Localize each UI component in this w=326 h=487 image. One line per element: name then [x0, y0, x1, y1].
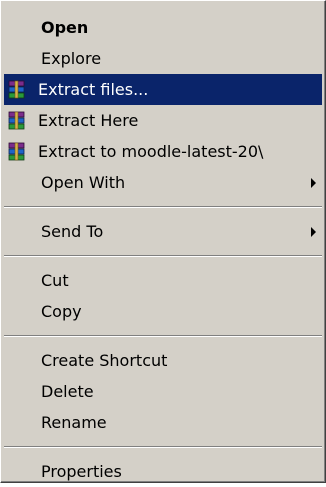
menu-separator	[4, 206, 322, 208]
menu-separator	[4, 255, 322, 257]
menu-item-cut[interactable]: Cut	[4, 265, 322, 296]
winrar-archive-icon	[8, 142, 25, 161]
menu-item-label: Open With	[41, 173, 126, 192]
menu-item-label: Explore	[41, 49, 102, 68]
menu-item-label: Send To	[41, 222, 104, 241]
menu-item-label: Create Shortcut	[41, 351, 168, 370]
menu-item-send-to[interactable]: Send To	[4, 216, 322, 247]
menu-item-label: Extract files...	[38, 80, 149, 99]
menu-item-extract-here[interactable]: Extract Here	[4, 105, 322, 136]
menu-item-explore[interactable]: Explore	[4, 43, 322, 74]
menu-item-label: Cut	[41, 271, 69, 290]
menu-item-open[interactable]: Open	[4, 12, 322, 43]
menu-separator	[4, 446, 322, 448]
menu-separator	[4, 335, 322, 337]
menu-item-open-with[interactable]: Open With	[4, 167, 322, 198]
submenu-arrow-icon	[311, 178, 316, 188]
submenu-arrow-icon	[311, 227, 316, 237]
menu-item-label: Copy	[41, 302, 82, 321]
menu-item-create-shortcut[interactable]: Create Shortcut	[4, 345, 322, 376]
winrar-archive-icon	[8, 80, 25, 99]
menu-item-extract-files[interactable]: Extract files...	[4, 74, 322, 105]
menu-item-label: Open	[41, 18, 89, 37]
menu-item-delete[interactable]: Delete	[4, 376, 322, 407]
menu-item-rename[interactable]: Rename	[4, 407, 322, 438]
menu-item-copy[interactable]: Copy	[4, 296, 322, 327]
winrar-archive-icon	[8, 111, 25, 130]
menu-item-properties[interactable]: Properties	[4, 456, 322, 487]
menu-item-label: Extract Here	[38, 111, 139, 130]
menu-item-extract-to-folder[interactable]: Extract to moodle-latest-20\	[4, 136, 322, 167]
menu-item-label: Rename	[41, 413, 107, 432]
menu-item-label: Properties	[41, 462, 122, 481]
context-menu: Open Explore Extract files... Extract He…	[0, 0, 326, 483]
menu-item-label: Extract to moodle-latest-20\	[38, 142, 264, 161]
menu-item-label: Delete	[41, 382, 94, 401]
